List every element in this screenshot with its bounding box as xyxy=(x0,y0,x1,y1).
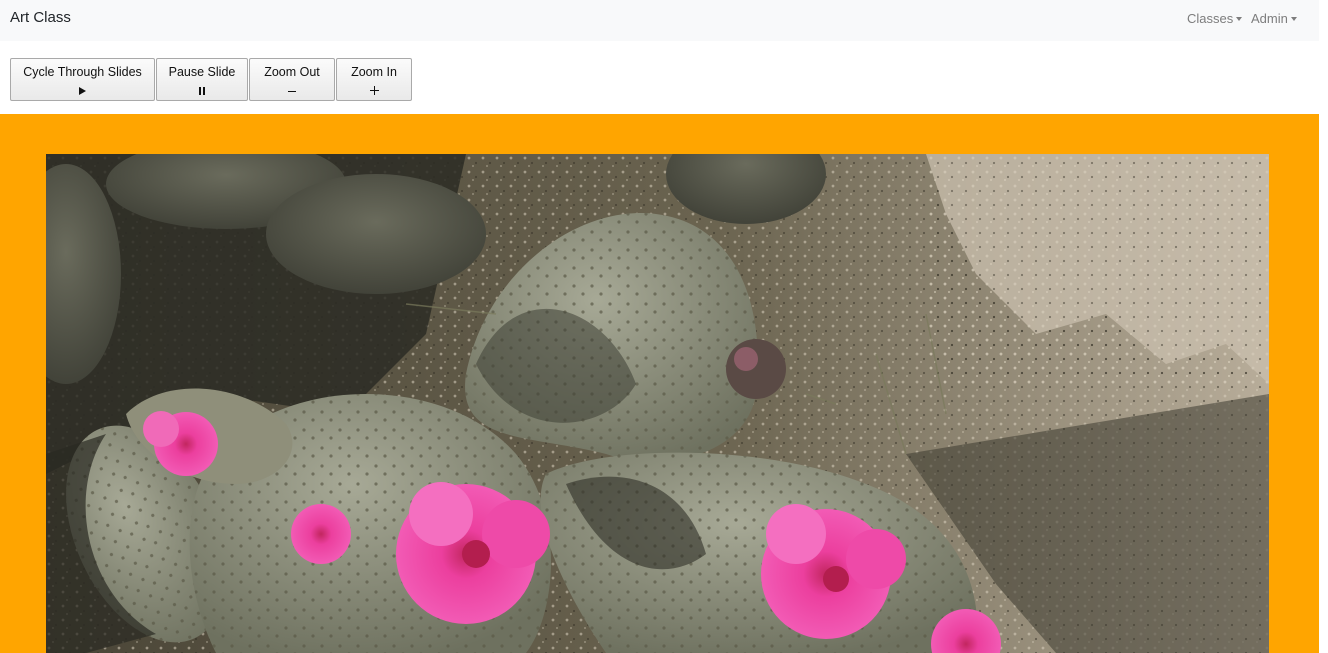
zoom-out-label: Zoom Out xyxy=(264,65,320,79)
brand-link[interactable]: Art Class xyxy=(10,9,71,26)
minus-icon xyxy=(288,90,296,92)
pause-icon xyxy=(199,87,205,95)
cycle-slides-label: Cycle Through Slides xyxy=(23,65,142,79)
cactus-photo xyxy=(46,154,1269,653)
top-navbar: Art Class Classes Admin xyxy=(0,0,1319,41)
zoom-in-button[interactable]: Zoom In xyxy=(336,58,412,101)
plus-icon xyxy=(369,86,379,95)
pause-slide-label: Pause Slide xyxy=(168,65,236,79)
classes-dropdown-label: Classes xyxy=(1187,11,1234,26)
caret-down-icon xyxy=(1290,17,1297,21)
zoom-in-label: Zoom In xyxy=(351,65,397,79)
slide-stage xyxy=(0,114,1319,653)
classes-dropdown[interactable]: Classes xyxy=(1187,11,1243,26)
admin-dropdown-label: Admin xyxy=(1251,11,1288,26)
caret-down-icon xyxy=(1236,17,1243,21)
zoom-out-button[interactable]: Zoom Out xyxy=(249,58,335,101)
play-icon xyxy=(79,87,86,95)
admin-dropdown[interactable]: Admin xyxy=(1251,11,1297,26)
cycle-slides-button[interactable]: Cycle Through Slides xyxy=(10,58,155,101)
slide-image xyxy=(46,154,1269,653)
pause-slide-button[interactable]: Pause Slide xyxy=(156,58,248,101)
